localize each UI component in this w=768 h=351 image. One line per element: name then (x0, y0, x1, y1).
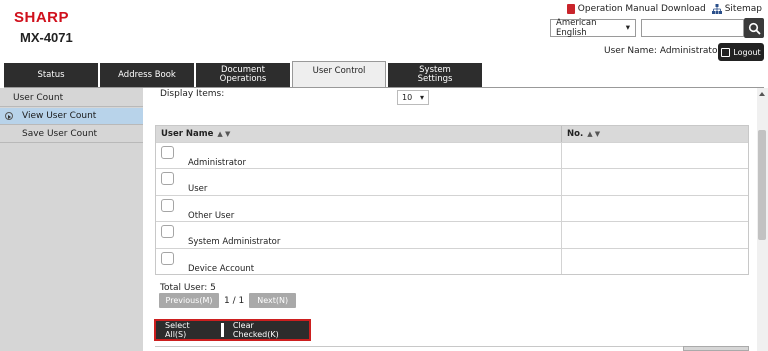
cell-user-name: System Administrator (156, 222, 562, 248)
cell-no (562, 143, 748, 168)
table-row: System Administrator (156, 221, 748, 248)
scroll-up-icon[interactable] (759, 92, 765, 96)
column-label: No. (567, 129, 584, 139)
column-label: User Name (161, 129, 214, 139)
bottom-button[interactable] (683, 346, 749, 351)
user-name: User (188, 184, 208, 195)
row-checkbox[interactable] (161, 198, 174, 212)
previous-button[interactable]: Previous(M) (159, 293, 219, 308)
sidebar-item-user-count[interactable]: User Count (0, 90, 143, 107)
logout-label: Logout (733, 47, 761, 57)
clear-checked-button[interactable]: Clear Checked(K) (228, 321, 305, 339)
user-name: System Administrator (188, 237, 281, 248)
sidebar-item-label: User Count (13, 93, 64, 103)
sidebar-item-view-user-count[interactable]: View User Count (0, 108, 143, 125)
button-divider (220, 323, 224, 337)
sidebar: User Count View User Count Save User Cou… (0, 88, 143, 351)
language-select[interactable]: American English ▾ (550, 18, 636, 38)
selected-arrow-icon (5, 112, 13, 120)
chevron-down-icon: ▾ (419, 93, 424, 102)
search-button[interactable] (744, 18, 764, 38)
model-name: MX-4071 (20, 30, 73, 45)
user-table: User Name ▲ ▼ No. ▲ ▼ Administrator User… (155, 125, 749, 275)
sidebar-item-label: View User Count (22, 111, 97, 121)
chevron-down-icon: ▾ (625, 23, 630, 33)
cell-no (562, 169, 748, 194)
logout-button[interactable]: Logout (718, 43, 764, 61)
brand-logo: SHARP (14, 9, 70, 26)
scroll-thumb[interactable] (758, 130, 766, 240)
logout-icon (721, 47, 731, 57)
cell-user-name: Device Account (156, 248, 562, 274)
cell-user-name: Other User (156, 195, 562, 222)
book-icon (566, 4, 575, 14)
table-row: Other User (156, 194, 748, 222)
select-all-button[interactable]: Select All(S) (160, 321, 217, 339)
manual-download-label: Operation Manual Download (577, 4, 706, 14)
display-items-value: 10 (402, 93, 413, 102)
sitemap-label: Sitemap (724, 4, 762, 14)
search-icon (748, 22, 761, 35)
cell-user-name: Administrator (156, 143, 562, 169)
table-row: Administrator (156, 142, 748, 169)
next-button[interactable]: Next(N) (249, 293, 297, 308)
cell-no (562, 196, 748, 221)
sitemap-link[interactable]: Sitemap (711, 4, 762, 14)
cell-no (562, 249, 748, 274)
cell-no (562, 222, 748, 247)
sort-icon[interactable]: ▲ ▼ (587, 130, 600, 138)
section-divider (155, 346, 749, 347)
language-value: American English (556, 18, 597, 38)
sort-icon[interactable]: ▲ ▼ (217, 130, 230, 138)
pagination: Previous(M) 1 / 1 Next(N) (159, 293, 297, 308)
tab-status[interactable]: Status (4, 63, 98, 87)
tab-system-settings[interactable]: System Settings (388, 63, 482, 87)
selection-actions: Select All(S) Clear Checked(K) (154, 319, 311, 341)
row-checkbox[interactable] (161, 251, 174, 265)
row-checkbox[interactable] (161, 146, 174, 159)
tab-document-operations[interactable]: Document Operations (196, 63, 290, 87)
manual-download-link[interactable]: Operation Manual Download (566, 4, 706, 14)
vertical-scrollbar[interactable] (757, 88, 768, 351)
table-row: User (156, 168, 748, 195)
tab-address-book[interactable]: Address Book (100, 63, 194, 87)
sidebar-item-save-user-count[interactable]: Save User Count (0, 126, 143, 143)
display-items-select[interactable]: 10 ▾ (397, 90, 429, 105)
table-header: User Name ▲ ▼ No. ▲ ▼ (156, 126, 748, 142)
tab-user-control[interactable]: User Control (292, 61, 386, 87)
total-user-count: Total User: 5 (160, 283, 216, 293)
display-items-label: Display Items: (160, 89, 225, 99)
search-input[interactable] (641, 19, 744, 37)
user-name-label: User Name: Administrator (604, 46, 722, 56)
top-links: Operation Manual Download Sitemap (566, 4, 762, 14)
main-tabs: Status Address Book Document Operations … (4, 61, 482, 87)
row-checkbox[interactable] (161, 172, 174, 186)
sitemap-icon (711, 4, 722, 14)
user-name: Device Account (188, 263, 255, 274)
sidebar-item-label: Save User Count (22, 129, 98, 139)
row-checkbox[interactable] (161, 225, 174, 239)
page-indicator: 1 / 1 (224, 295, 245, 306)
table-row: Device Account (156, 247, 748, 274)
column-no[interactable]: No. ▲ ▼ (562, 126, 748, 142)
user-name: Administrator (188, 158, 246, 168)
cell-user-name: User (156, 169, 562, 195)
column-user-name[interactable]: User Name ▲ ▼ (156, 126, 562, 142)
user-name: Other User (188, 210, 235, 221)
